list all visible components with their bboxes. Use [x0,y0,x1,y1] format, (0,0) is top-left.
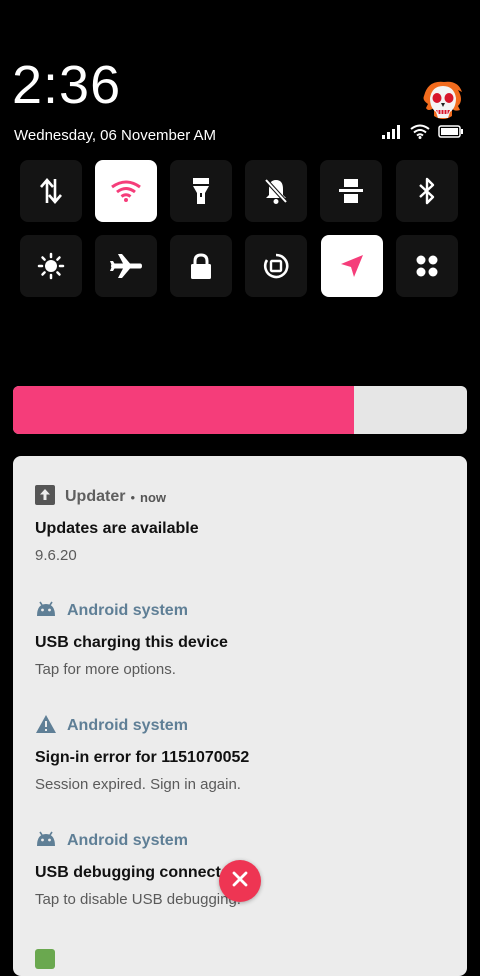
close-icon [231,870,249,893]
location-icon [338,252,366,280]
android-icon [35,600,57,623]
tile-more[interactable] [396,235,458,297]
clear-all-button[interactable] [219,860,261,902]
data-transfer-icon [38,177,64,205]
notification-app-name: Android system [67,832,188,849]
separator-dot: • [130,489,136,505]
notification-title: USB charging this device [35,634,228,651]
notification-app-name: Android system [67,717,188,734]
notification-app-name: Android system [67,602,188,619]
tile-bluetooth[interactable] [396,160,458,222]
tile-auto-brightness[interactable] [20,235,82,297]
brightness-slider-fill [13,386,354,434]
date: Wednesday, 06 November AM [14,127,217,144]
wifi-icon [110,180,142,202]
notification-title: Updates are available [35,520,199,537]
notification-time: now [140,489,167,505]
tile-auto-rotate[interactable] [245,235,307,297]
tile-screenshot[interactable] [320,160,382,222]
bell-off-icon [263,177,289,205]
lock-icon [190,252,212,280]
tile-airplane-mode[interactable] [95,235,157,297]
rotate-icon [262,252,290,280]
update-icon [35,484,55,510]
status-icons [382,124,464,144]
notification-updater[interactable]: Updater • now Updates are available 9.6.… [35,484,447,564]
notification-app-name: Updater [65,488,126,505]
airplane-icon [109,253,143,279]
avatar[interactable] [418,76,468,126]
bluetooth-icon [418,177,436,205]
tile-mobile-data[interactable] [20,160,82,222]
tile-lock[interactable] [170,235,232,297]
warning-icon [35,714,57,739]
notification-partial[interactable] [35,948,447,974]
brightness-slider[interactable] [13,386,467,434]
android-icon [35,830,57,853]
grid-icon [415,254,439,278]
notification-sign-in-error[interactable]: Android system Sign-in error for 1151070… [35,714,447,793]
wifi-icon [410,124,430,144]
notification-text: Session expired. Sign in again. [35,776,241,793]
notification-usb-charging[interactable]: Android system USB charging this device … [35,600,447,678]
brightness-icon [37,252,65,280]
notification-title: Sign-in error for 1151070052 [35,749,250,766]
screenshot-icon [339,177,363,205]
signal-icon [382,124,402,144]
battery-icon [438,125,464,143]
app-icon [35,948,55,974]
tile-wifi[interactable] [95,160,157,222]
notification-text: 9.6.20 [35,547,77,564]
flashlight-icon [192,177,210,205]
clock: 2:36 [12,55,122,115]
tile-location[interactable] [321,235,383,297]
tile-silent[interactable] [245,160,307,222]
notification-text: Tap for more options. [35,661,176,678]
tile-flashlight[interactable] [170,160,232,222]
